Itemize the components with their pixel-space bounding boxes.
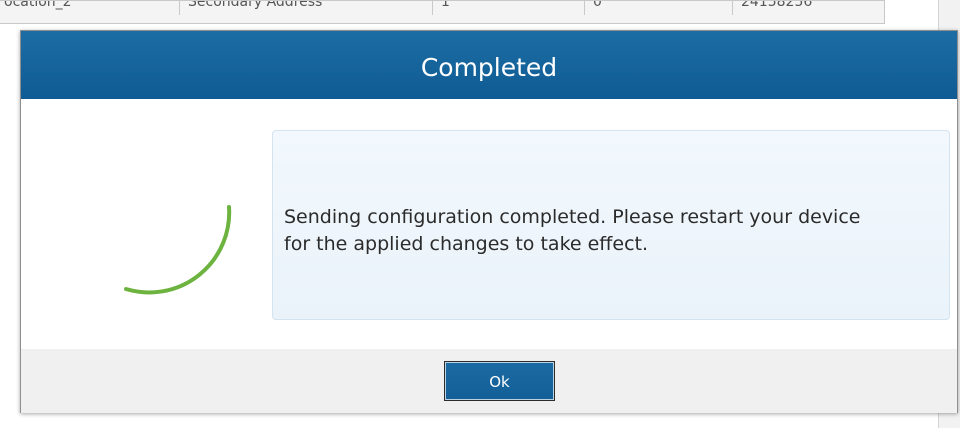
message-text: Sending configuration completed. Please … — [284, 204, 944, 258]
table-cell-address-type: Secondary Address — [180, 1, 433, 15]
message-line-2: for the applied changes to take effect. — [284, 233, 649, 255]
completed-dialog: Completed Sending configuration complete… — [20, 30, 958, 413]
table-cell-location: ocation_2 — [0, 1, 180, 15]
table-cell-value-3: 24158256 — [741, 0, 813, 10]
ok-button[interactable]: Ok — [444, 361, 555, 401]
message-box: Sending configuration completed. Please … — [272, 130, 950, 320]
table-cell-value-1: 1 — [433, 1, 585, 15]
background-table-row: ocation_2 Secondary Address 1 0 24158256 — [0, 0, 885, 24]
table-cell-value-2: 0 — [585, 1, 733, 15]
progress-spinner-icon — [124, 205, 232, 295]
message-line-1: Sending configuration completed. Please … — [284, 206, 861, 228]
dialog-body: Sending configuration completed. Please … — [21, 99, 957, 349]
dialog-footer: Ok — [21, 349, 957, 413]
dialog-title: Completed — [21, 31, 957, 99]
